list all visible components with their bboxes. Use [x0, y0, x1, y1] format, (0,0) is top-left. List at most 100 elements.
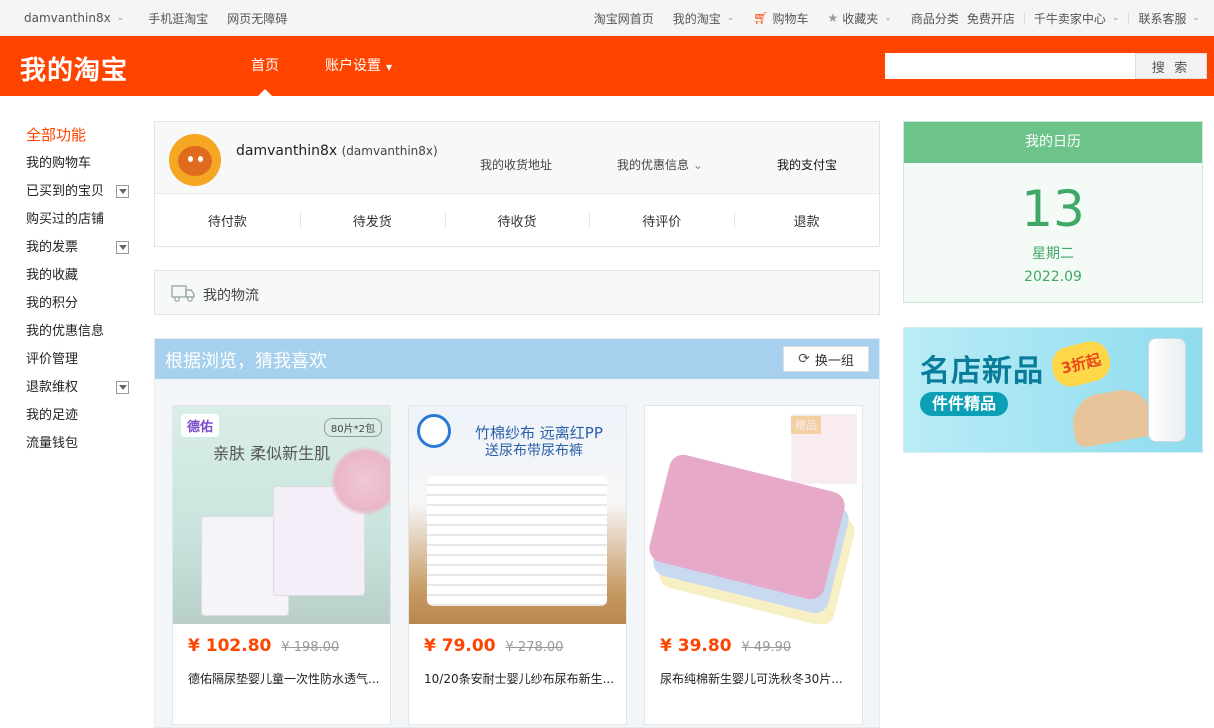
sidebar-item-favorites[interactable]: 我的收藏 — [26, 262, 136, 290]
search-input[interactable] — [885, 53, 1135, 79]
username-link[interactable]: damvanthin8x — [24, 11, 111, 25]
promo-banner[interactable]: 名店新品 件件精品 3折起 — [903, 327, 1203, 453]
accessible-link[interactable]: 网页无障碍 — [227, 10, 287, 27]
main-nav: 首页 账户设置 ▼ — [235, 36, 408, 96]
slipper-image — [1068, 385, 1156, 449]
product-image[interactable]: 德佑 80片*2包 亲肤 柔似新生肌 — [173, 406, 390, 624]
brand-badge: 德佑 — [181, 414, 220, 437]
order-pending-receipt[interactable]: 待收货 — [444, 211, 590, 230]
product-price-row: ¥ 39.80 ¥ 49.90 — [660, 636, 862, 656]
nav-account-settings[interactable]: 账户设置 ▼ — [309, 36, 408, 96]
divider — [1023, 12, 1025, 24]
sidebar-item-shops[interactable]: 购买过的店铺 — [26, 206, 136, 234]
sidebar-item-footprints[interactable]: 我的足迹 — [26, 402, 136, 430]
recommend-panel: 根据浏览，猜我喜欢 ⟳ 换一组 德佑 80片*2包 亲肤 柔似新生肌 ¥ 102.… — [154, 338, 880, 728]
expand-toggle-icon[interactable] — [116, 381, 129, 394]
open-shop-link[interactable]: 免费开店 — [967, 10, 1015, 27]
home-link[interactable]: 淘宝网首页 — [594, 10, 654, 27]
sidebar-title[interactable]: 全部功能 — [26, 122, 136, 150]
chevron-down-icon: ⌄ — [1111, 13, 1120, 23]
nav-home[interactable]: 首页 — [235, 36, 295, 96]
truck-icon — [171, 285, 195, 302]
product-price: ¥ 79.00 — [424, 636, 496, 656]
chevron-down-icon: ⌄ — [884, 13, 892, 23]
user-menu[interactable]: damvanthin8x ⌄ — [24, 11, 124, 25]
my-taobao-menu[interactable]: 我的淘宝 ⌄ — [673, 10, 735, 27]
divider — [663, 12, 664, 24]
categories-link[interactable]: 商品分类 — [911, 10, 959, 27]
pack-count: 80片*2包 — [323, 418, 382, 437]
product-title[interactable]: 德佑隔尿垫婴儿童一次性防水透气... — [188, 670, 384, 687]
chevron-down-icon: ▼ — [386, 63, 393, 72]
coupons-menu[interactable]: 我的优惠信息 ⌄ — [617, 156, 703, 173]
favorites-menu[interactable]: ★ 收藏夹 ⌄ — [828, 10, 892, 27]
header: 我的淘宝 首页 账户设置 ▼ 搜 索 — [0, 36, 1214, 96]
expand-toggle-icon[interactable] — [116, 185, 129, 198]
recommend-title: 根据浏览，猜我喜欢 — [165, 351, 327, 372]
user-info: damvanthin8x (damvanthin8x) 我的收货地址 我的优惠信… — [155, 122, 879, 194]
site-nav-bar: damvanthin8x ⌄ 手机逛淘宝 网页无障碍 淘宝网首页 我的淘宝 ⌄ 🛒︎… — [0, 0, 1214, 36]
product-image[interactable]: 竹棉纱布 远离红PP 送尿布带尿布裤 — [409, 406, 626, 624]
product-price: ¥ 102.80 — [188, 636, 272, 656]
product-old-price: ¥ 278.00 — [505, 640, 564, 655]
order-pending-shipment[interactable]: 待发货 — [299, 211, 445, 230]
refresh-icon: ⟳ — [798, 351, 810, 367]
divider — [743, 12, 744, 24]
product-card[interactable]: 赠品 ¥ 39.80 ¥ 49.90 尿布纯棉新生婴儿可洗秋冬30片... — [644, 405, 863, 725]
avatar[interactable] — [169, 134, 221, 186]
calendar-weekday: 星期二 — [1032, 246, 1074, 262]
cart-link[interactable]: 🛒︎ 购物车 — [753, 10, 808, 27]
promo-badge: 3折起 — [1048, 337, 1114, 391]
search-box: 搜 索 — [885, 53, 1207, 79]
divider — [818, 12, 819, 24]
order-refund[interactable]: 退款 — [734, 211, 879, 230]
product-card[interactable]: 德佑 80片*2包 亲肤 柔似新生肌 ¥ 102.80 ¥ 198.00 德佑隔… — [172, 405, 391, 725]
product-image[interactable]: 赠品 — [645, 406, 862, 624]
chevron-down-icon: ⌄ — [692, 158, 703, 172]
sidebar-item-points[interactable]: 我的积分 — [26, 290, 136, 318]
avatar-face — [178, 146, 212, 176]
calendar-month: 2022.09 — [1024, 269, 1082, 285]
username[interactable]: damvanthin8x (damvanthin8x) — [236, 143, 438, 159]
image-caption: 亲肤 柔似新生肌 — [213, 444, 331, 463]
product-old-price: ¥ 198.00 — [281, 640, 340, 655]
address-link[interactable]: 我的收货地址 — [480, 156, 552, 173]
expand-toggle-icon[interactable] — [116, 241, 129, 254]
product-card[interactable]: 竹棉纱布 远离红PP 送尿布带尿布裤 ¥ 79.00 ¥ 278.00 10/2… — [408, 405, 627, 725]
contact-menu[interactable]: 联系客服 ⌄ — [1138, 10, 1200, 27]
sidebar-item-cart[interactable]: 我的购物车 — [26, 150, 136, 178]
chevron-down-icon: ⌄ — [1192, 13, 1200, 23]
diaper-stack — [427, 476, 607, 606]
product-old-price: ¥ 49.90 — [741, 640, 792, 655]
calendar-title: 我的日历 — [904, 122, 1202, 163]
avatar-eye — [188, 156, 193, 162]
user-panel: damvanthin8x (damvanthin8x) 我的收货地址 我的优惠信… — [154, 121, 880, 247]
product-title[interactable]: 10/20条安耐士婴儿纱布尿布新生... — [424, 670, 620, 687]
sidebar-item-reviews[interactable]: 评价管理 — [26, 346, 136, 374]
sidebar-item-invoice[interactable]: 我的发票 — [26, 234, 136, 262]
calendar-day: 13 — [1021, 180, 1085, 238]
product-price: ¥ 39.80 — [660, 636, 732, 656]
logistics-panel[interactable]: 我的物流 — [154, 270, 880, 315]
calendar-widget: 我的日历 13 星期二 2022.09 — [903, 121, 1203, 303]
sidebar-item-refunds[interactable]: 退款维权 — [26, 374, 136, 402]
alipay-link[interactable]: 我的支付宝 — [777, 156, 837, 173]
divider — [217, 12, 218, 24]
sidebar-item-bought[interactable]: 已买到的宝贝 — [26, 178, 136, 206]
chevron-down-icon: ⌄ — [726, 13, 735, 23]
refresh-button[interactable]: ⟳ 换一组 — [783, 346, 869, 372]
promo-subline: 件件精品 — [920, 392, 1009, 416]
seller-center-menu[interactable]: 千牛卖家中心 ⌄ — [1034, 10, 1120, 27]
search-button[interactable]: 搜 索 — [1135, 53, 1207, 79]
sidebar-item-coupons[interactable]: 我的优惠信息 — [26, 318, 136, 346]
logistics-label: 我的物流 — [203, 288, 259, 304]
promo-headline: 名店新品 — [920, 354, 1044, 389]
order-pending-review[interactable]: 待评价 — [589, 211, 734, 230]
logo[interactable]: 我的淘宝 — [20, 50, 128, 87]
bottle-image — [1148, 338, 1186, 442]
product-price-row: ¥ 79.00 ¥ 278.00 — [424, 636, 626, 656]
order-pending-payment[interactable]: 待付款 — [155, 211, 300, 230]
product-title[interactable]: 尿布纯棉新生婴儿可洗秋冬30片... — [660, 670, 856, 687]
mobile-link[interactable]: 手机逛淘宝 — [148, 10, 208, 27]
sidebar-item-wallet[interactable]: 流量钱包 — [26, 430, 136, 458]
